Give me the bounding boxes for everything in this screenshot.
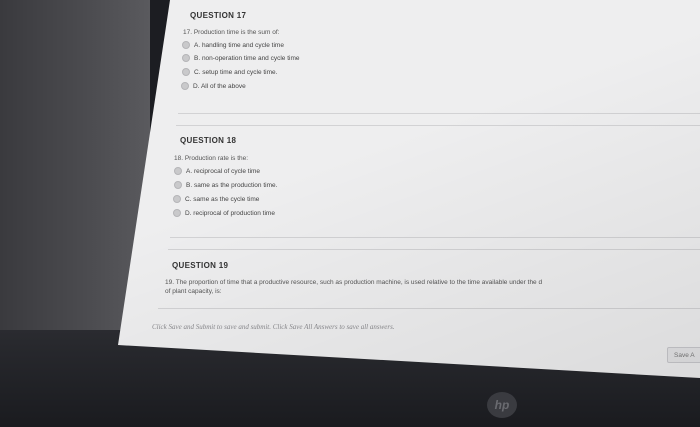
q18-option-a[interactable]: A. reciprocal of cycle time xyxy=(174,167,260,175)
q18-option-c[interactable]: C. same as the cycle time xyxy=(173,195,259,203)
question-separator xyxy=(176,125,700,126)
radio-button[interactable] xyxy=(174,181,182,189)
question-separator xyxy=(168,249,700,250)
q17-option-c[interactable]: C. setup time and cycle time. xyxy=(182,68,277,76)
hp-logo: hp xyxy=(487,392,517,418)
option-label: B. same as the production time. xyxy=(186,181,278,189)
question-separator xyxy=(178,113,700,114)
q17-option-a[interactable]: A. handling time and cycle time xyxy=(182,41,284,49)
question-separator xyxy=(170,237,700,238)
radio-button[interactable] xyxy=(182,54,190,62)
save-all-answers-button[interactable]: Save A xyxy=(667,347,700,363)
radio-button[interactable] xyxy=(173,209,181,217)
question-separator xyxy=(158,308,700,309)
option-label: B. non-operation time and cycle time xyxy=(194,54,300,62)
q18-option-b[interactable]: B. same as the production time. xyxy=(174,181,277,189)
option-label: D. reciprocal of production time xyxy=(185,209,275,217)
question-19-prompt-line-2: of plant capacity, is: xyxy=(165,288,222,295)
option-label: A. handling time and cycle time xyxy=(194,41,284,49)
radio-button[interactable] xyxy=(173,195,181,203)
submit-instructions: Click Save and Submit to save and submit… xyxy=(152,323,395,331)
option-label: A. reciprocal of cycle time xyxy=(186,167,261,175)
option-label: D. All of the above xyxy=(193,82,246,90)
q18-option-d[interactable]: D. reciprocal of production time xyxy=(173,209,275,217)
option-label: C. same as the cycle time xyxy=(185,195,260,203)
radio-button[interactable] xyxy=(174,167,182,175)
question-17-heading: QUESTION 17 xyxy=(190,11,247,20)
question-19-prompt-line-1: 19. The proportion of time that a produc… xyxy=(165,279,543,286)
question-18-prompt: 18. Production rate is the: xyxy=(174,155,249,162)
save-button-label: Save A xyxy=(674,351,695,359)
question-17-prompt: 17. Production time is the sum of: xyxy=(183,29,280,36)
radio-button[interactable] xyxy=(181,82,189,90)
radio-button[interactable] xyxy=(182,68,190,76)
question-18-heading: QUESTION 18 xyxy=(180,136,237,145)
radio-button[interactable] xyxy=(182,41,190,49)
option-label: C. setup time and cycle time. xyxy=(194,68,278,76)
q17-option-d[interactable]: D. All of the above xyxy=(181,82,246,90)
q17-option-b[interactable]: B. non-operation time and cycle time xyxy=(182,54,300,62)
question-19-heading: QUESTION 19 xyxy=(172,261,229,270)
